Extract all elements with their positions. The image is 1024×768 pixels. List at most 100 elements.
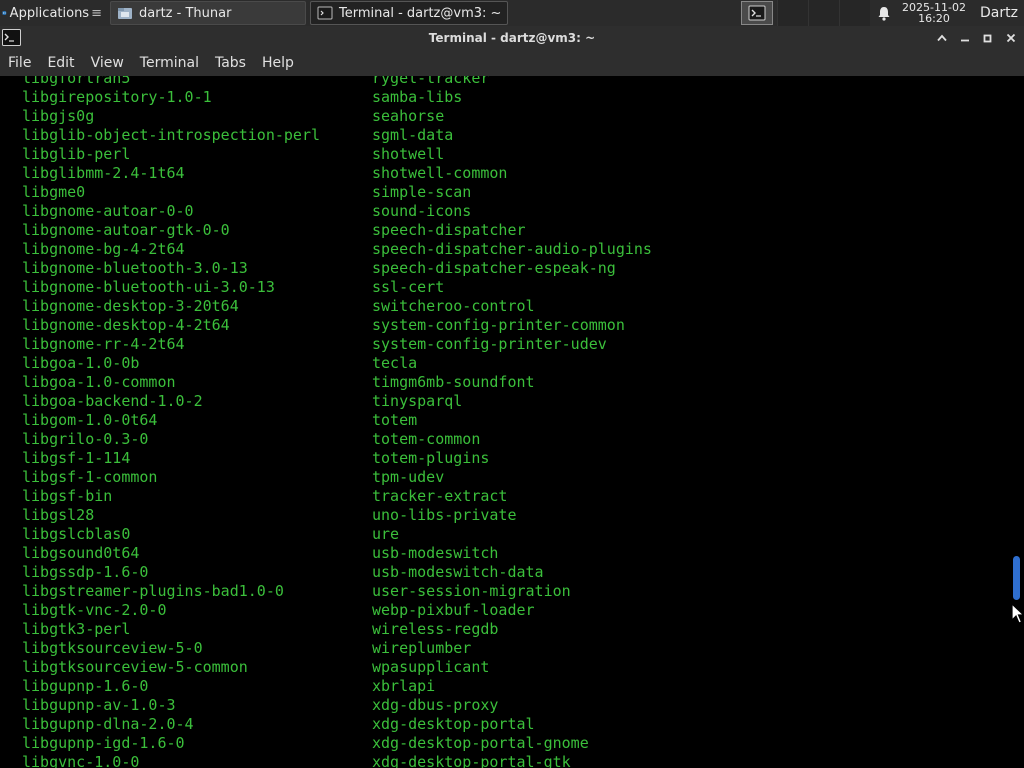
menu-view[interactable]: View (83, 50, 132, 76)
terminal-line: xbrlapi (372, 677, 436, 695)
terminal-line: usb-modeswitch (372, 544, 499, 562)
terminal-line: wireplumber (372, 639, 472, 657)
xfce-logo-icon (2, 10, 7, 16)
square-icon (983, 34, 992, 42)
terminal-line: timgm6mb-soundfont (372, 373, 535, 391)
window-titlebar[interactable]: Terminal - dartz@vm3: ~ (0, 26, 1024, 50)
scrollbar-thumb[interactable] (1013, 556, 1020, 600)
terminal-line: speech-dispatcher (372, 221, 526, 239)
maximize-button[interactable] (930, 26, 953, 50)
terminal-line: user-session-migration (372, 582, 571, 600)
terminal-line: libgtksourceview-5-common (22, 658, 248, 676)
menu-file[interactable]: File (0, 50, 39, 76)
terminal-line: ssl-cert (372, 278, 445, 296)
terminal-line: libgupnp-av-1.0-3 (22, 696, 176, 714)
top-panel: Applications ≡ dartz - Thunar Terminal -… (0, 0, 1024, 26)
terminal-line: libgupnp-igd-1.6-0 (22, 734, 185, 752)
package-list-left-column: libgfortran5 libgirepository-1.0-1 libgjs0… (22, 76, 320, 768)
panel-clock[interactable]: 2025-11-02 16:20 (898, 0, 970, 26)
terminal-line: libgtksourceview-5-0 (22, 639, 203, 657)
terminal-line: libgrilo-0.3-0 (22, 430, 149, 448)
applications-label: Applications (9, 5, 90, 21)
terminal-line: xdg-dbus-proxy (372, 696, 499, 714)
terminal-line: tracker-extract (372, 487, 508, 505)
terminal-line: usb-modeswitch-data (372, 563, 544, 581)
menu-bar: File Edit View Terminal Tabs Help (0, 50, 1024, 76)
terminal-line: libgsound0t64 (22, 544, 140, 562)
terminal-line: libgupnp-dlna-2.0-4 (22, 715, 194, 733)
terminal-line: switcheroo-control (372, 297, 535, 315)
terminal-line: uno-libs-private (372, 506, 517, 524)
chevron-up-icon (936, 34, 947, 42)
notifications-bell-icon[interactable] (870, 0, 898, 26)
close-button[interactable] (999, 26, 1022, 50)
terminal-line: libgme0 (22, 183, 86, 201)
menu-edit[interactable]: Edit (39, 50, 82, 76)
terminal-launcher-button[interactable] (741, 1, 773, 25)
terminal-line: shotwell (372, 145, 445, 163)
terminal-line: libgnome-bluetooth-3.0-13 (22, 259, 248, 277)
terminal-line: libgsf-bin (22, 487, 113, 505)
terminal-line: totem-plugins (372, 449, 490, 467)
terminal-line: libgtk-vnc-2.0-0 (22, 601, 167, 619)
taskbar-item-terminal[interactable]: Terminal - dartz@vm3: ~ (310, 1, 508, 25)
terminal-line: libglib-object-introspection-perl (22, 126, 321, 144)
terminal-line: sgml-data (372, 126, 454, 144)
terminal-line: libgnome-desktop-4-2t64 (22, 316, 230, 334)
terminal-line: libgssdp-1.6-0 (22, 563, 149, 581)
terminal-line: tecla (372, 354, 418, 372)
terminal-line: speech-dispatcher-espeak-ng (372, 259, 616, 277)
terminal-line: tpm-udev (372, 468, 445, 486)
terminal-line: libgsf-1-common (22, 468, 158, 486)
terminal-line: libgnome-rr-4-2t64 (22, 335, 185, 353)
terminal-scrollbar[interactable] (1009, 76, 1024, 768)
terminal-line: libgnome-autoar-gtk-0-0 (22, 221, 230, 239)
terminal-line: libgjs0g (22, 107, 95, 125)
workspace-1[interactable] (777, 0, 808, 26)
terminal-line: webp-pixbuf-loader (372, 601, 535, 619)
terminal-line: ure (372, 525, 400, 543)
terminal-line: samba-libs (372, 88, 463, 106)
window-title: Terminal - dartz@vm3: ~ (428, 31, 596, 45)
terminal-line: totem-common (372, 430, 481, 448)
close-icon (1006, 33, 1015, 43)
terminal-line: libgvnc-1.0-0 (22, 753, 140, 768)
terminal-line: libgfortran5 (22, 76, 131, 87)
terminal-line: xdg-desktop-portal (372, 715, 535, 733)
terminal-line: libgoa-backend-1.0-2 (22, 392, 203, 410)
terminal-line: tinysparql (372, 392, 463, 410)
menu-tabs[interactable]: Tabs (207, 50, 254, 76)
package-list-right-column: rygel-tracker samba-libs seahorse sgml-data… (372, 76, 652, 768)
restore-button[interactable] (976, 26, 999, 50)
minimize-button[interactable] (953, 26, 976, 50)
terminal-line: speech-dispatcher-audio-plugins (372, 240, 652, 258)
menu-help[interactable]: Help (254, 50, 302, 76)
menu-terminal[interactable]: Terminal (132, 50, 207, 76)
terminal-output[interactable]: libgfortran5 libgirepository-1.0-1 libgjs0… (0, 76, 1009, 768)
taskbar-item-label: Terminal - dartz@vm3: ~ (339, 5, 502, 21)
terminal-line: sound-icons (372, 202, 472, 220)
minimize-icon (960, 39, 969, 42)
terminal-line: libgnome-desktop-3-20t64 (22, 297, 239, 315)
folder-icon (118, 8, 132, 19)
terminal-line: seahorse (372, 107, 445, 125)
menu-overflow-icon: ≡ (91, 5, 102, 21)
terminal-line: libglibmm-2.4-1t64 (22, 164, 185, 182)
terminal-line: totem (372, 411, 418, 429)
terminal-line: libgnome-autoar-0-0 (22, 202, 194, 220)
terminal-line: system-config-printer-udev (372, 335, 607, 353)
taskbar-item-label: dartz - Thunar (139, 5, 232, 21)
terminal-line: wpasupplicant (372, 658, 490, 676)
terminal-line: rygel-tracker (372, 76, 490, 87)
taskbar-item-thunar[interactable]: dartz - Thunar (110, 1, 306, 25)
terminal-line: libgoa-1.0-common (22, 373, 176, 391)
workspace-2[interactable] (808, 0, 839, 26)
user-menu[interactable]: Dartz (970, 5, 1024, 21)
terminal-line: system-config-printer-common (372, 316, 625, 334)
terminal-line: libgsf-1-114 (22, 449, 131, 467)
applications-menu-button[interactable]: Applications ≡ (0, 0, 106, 26)
window-controls (930, 26, 1022, 50)
terminal-line: xdg-desktop-portal-gnome (372, 734, 589, 752)
terminal-line: libgirepository-1.0-1 (22, 88, 212, 106)
workspace-3[interactable] (839, 0, 870, 26)
